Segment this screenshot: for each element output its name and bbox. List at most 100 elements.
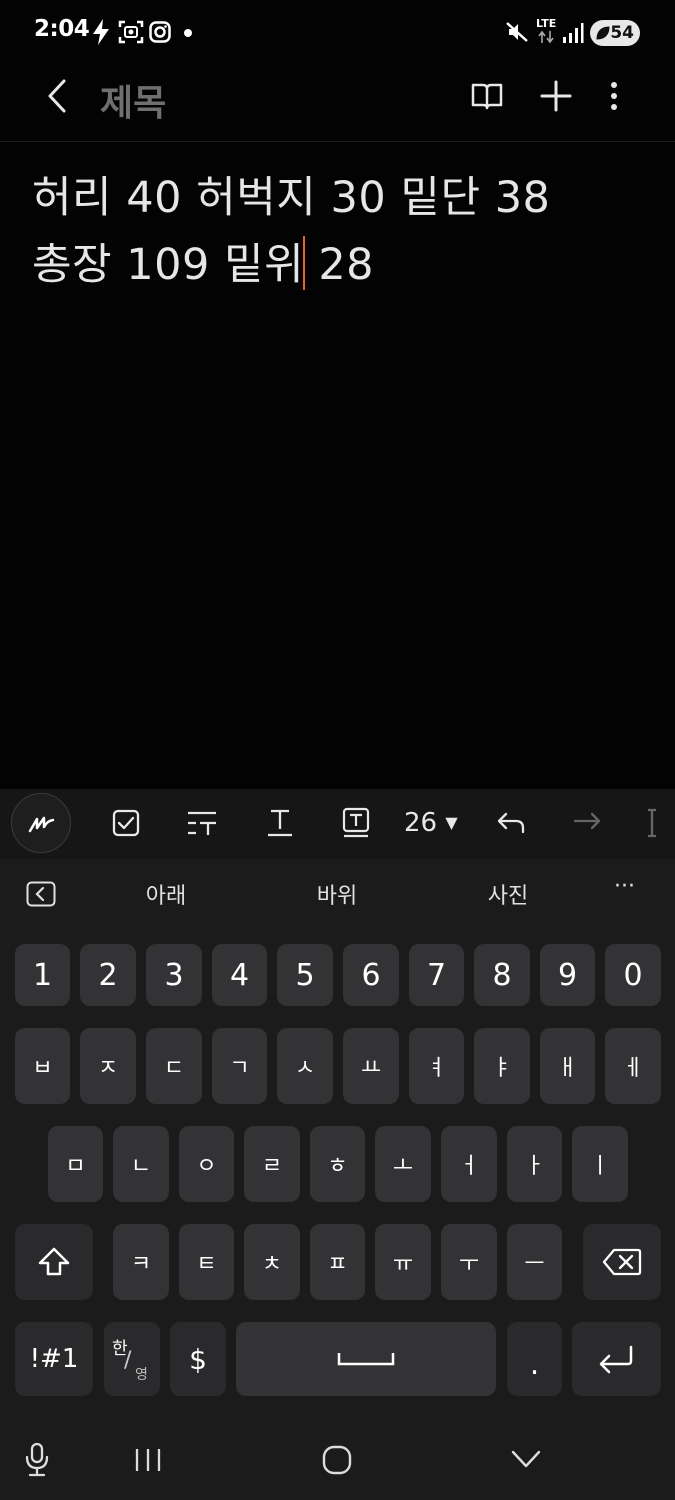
font-size-value: 26 bbox=[404, 808, 438, 838]
key-1[interactable]: 1 bbox=[15, 944, 70, 1006]
key-jieut[interactable]: ㅈ bbox=[80, 1028, 136, 1104]
signal-icon bbox=[563, 23, 584, 43]
handwriting-button[interactable] bbox=[11, 793, 71, 853]
recent-apps-button[interactable] bbox=[133, 1446, 163, 1474]
key-o[interactable]: ㅗ bbox=[375, 1126, 431, 1202]
keyboard-toolbar-toggle[interactable] bbox=[26, 881, 56, 907]
redo-icon bbox=[573, 812, 601, 830]
chevron-left-box-icon bbox=[26, 881, 56, 907]
status-bar: 2:04 LTE 54 bbox=[0, 0, 675, 64]
battery-level: 54 bbox=[610, 23, 634, 43]
home-button[interactable] bbox=[322, 1445, 352, 1475]
suggestion-item[interactable]: 아래 bbox=[106, 878, 226, 910]
key-7[interactable]: 7 bbox=[409, 944, 464, 1006]
key-yo[interactable]: ㅛ bbox=[343, 1028, 399, 1104]
symbols-key[interactable]: !#1 bbox=[15, 1322, 93, 1396]
text-box-icon bbox=[342, 807, 370, 838]
note-line-1: 허리 40 허벅지 30 밑단 38 bbox=[32, 173, 551, 223]
enter-icon bbox=[599, 1345, 632, 1374]
space-key[interactable] bbox=[236, 1322, 496, 1396]
paragraph-style-button[interactable] bbox=[177, 798, 227, 848]
charging-icon bbox=[93, 19, 109, 45]
key-ya[interactable]: ㅑ bbox=[474, 1028, 530, 1104]
note-line-2: 총장 109 밑위 28 bbox=[32, 230, 374, 292]
toolbar-more-button[interactable] bbox=[635, 798, 675, 848]
chevron-down-icon: ▼ bbox=[445, 813, 458, 832]
key-ieung[interactable]: ㅇ bbox=[179, 1126, 234, 1202]
key-9[interactable]: 9 bbox=[540, 944, 595, 1006]
text-box-button[interactable] bbox=[331, 798, 381, 848]
key-giyeok[interactable]: ㄱ bbox=[212, 1028, 267, 1104]
language-switch-key[interactable]: 한 / 영 bbox=[104, 1322, 160, 1396]
key-2[interactable]: 2 bbox=[80, 944, 136, 1006]
key-yeo[interactable]: ㅕ bbox=[409, 1028, 464, 1104]
key-ae[interactable]: ㅐ bbox=[540, 1028, 595, 1104]
mute-icon bbox=[506, 22, 528, 42]
enter-key[interactable] bbox=[572, 1322, 661, 1396]
key-u[interactable]: ㅜ bbox=[441, 1224, 497, 1300]
shift-icon bbox=[38, 1247, 70, 1276]
shift-key[interactable] bbox=[15, 1224, 93, 1300]
notification-dot-icon bbox=[184, 29, 192, 37]
key-4[interactable]: 4 bbox=[212, 944, 267, 1006]
lang-english-label: 영 bbox=[135, 1367, 148, 1383]
lang-divider: / bbox=[124, 1348, 132, 1373]
checkbox-button[interactable] bbox=[101, 798, 151, 848]
instagram-icon bbox=[149, 21, 171, 43]
text-style-button[interactable] bbox=[255, 798, 305, 848]
key-yu[interactable]: ㅠ bbox=[375, 1224, 431, 1300]
key-eu[interactable]: ㅡ bbox=[507, 1224, 562, 1300]
redo-button[interactable] bbox=[562, 798, 612, 848]
key-a[interactable]: ㅏ bbox=[507, 1126, 562, 1202]
key-5[interactable]: 5 bbox=[277, 944, 333, 1006]
currency-key[interactable]: $ bbox=[170, 1322, 226, 1396]
hide-keyboard-button[interactable] bbox=[510, 1448, 542, 1470]
network-type: LTE bbox=[536, 17, 557, 30]
data-arrows-icon bbox=[538, 30, 554, 44]
paragraph-style-icon bbox=[188, 811, 216, 835]
key-8[interactable]: 8 bbox=[474, 944, 530, 1006]
key-e[interactable]: ㅔ bbox=[605, 1028, 661, 1104]
key-kieuk[interactable]: ㅋ bbox=[113, 1224, 169, 1300]
key-eo[interactable]: ㅓ bbox=[441, 1126, 497, 1202]
reading-mode-icon[interactable] bbox=[470, 80, 504, 112]
key-0[interactable]: 0 bbox=[605, 944, 661, 1006]
backspace-key[interactable] bbox=[583, 1224, 661, 1300]
undo-button[interactable] bbox=[486, 798, 536, 848]
key-6[interactable]: 6 bbox=[343, 944, 399, 1006]
suggestion-item[interactable]: 사진 bbox=[448, 878, 568, 910]
text-format-icon bbox=[268, 809, 292, 837]
key-3[interactable]: 3 bbox=[146, 944, 202, 1006]
key-siot[interactable]: ㅅ bbox=[277, 1028, 333, 1104]
space-icon bbox=[337, 1353, 395, 1366]
back-button[interactable] bbox=[44, 78, 72, 114]
font-size-selector[interactable]: 26 ▼ bbox=[404, 808, 458, 838]
key-rieul[interactable]: ㄹ bbox=[244, 1126, 300, 1202]
period-key[interactable]: . bbox=[507, 1322, 562, 1396]
battery-indicator: 54 bbox=[590, 20, 640, 46]
microphone-icon[interactable] bbox=[24, 1442, 50, 1478]
suggestion-item[interactable]: 바위 bbox=[277, 878, 397, 910]
status-time: 2:04 bbox=[34, 16, 90, 42]
power-saving-leaf-icon bbox=[596, 26, 610, 40]
note-text-after-cursor: 28 bbox=[318, 240, 375, 290]
key-nieun[interactable]: ㄴ bbox=[113, 1126, 169, 1202]
key-pieup[interactable]: ㅍ bbox=[310, 1224, 365, 1300]
key-hieut[interactable]: ㅎ bbox=[310, 1126, 365, 1202]
more-options-icon[interactable] bbox=[604, 80, 624, 112]
suggestions-more-button[interactable]: ··· bbox=[614, 874, 635, 899]
undo-icon bbox=[497, 812, 525, 834]
text-cursor bbox=[303, 236, 305, 290]
note-title[interactable]: 제목 bbox=[100, 74, 166, 126]
pen-icon bbox=[28, 816, 55, 833]
key-chieut[interactable]: ㅊ bbox=[244, 1224, 300, 1300]
add-icon[interactable] bbox=[538, 78, 574, 114]
key-mieum[interactable]: ㅁ bbox=[48, 1126, 103, 1202]
key-i[interactable]: ㅣ bbox=[572, 1126, 628, 1202]
key-digeut[interactable]: ㄷ bbox=[146, 1028, 202, 1104]
toolbar-overflow-icon bbox=[648, 808, 656, 838]
screenshot-icon bbox=[118, 20, 144, 44]
key-bieup[interactable]: ㅂ bbox=[15, 1028, 70, 1104]
checkbox-icon bbox=[112, 809, 140, 837]
key-tieut[interactable]: ㅌ bbox=[179, 1224, 234, 1300]
